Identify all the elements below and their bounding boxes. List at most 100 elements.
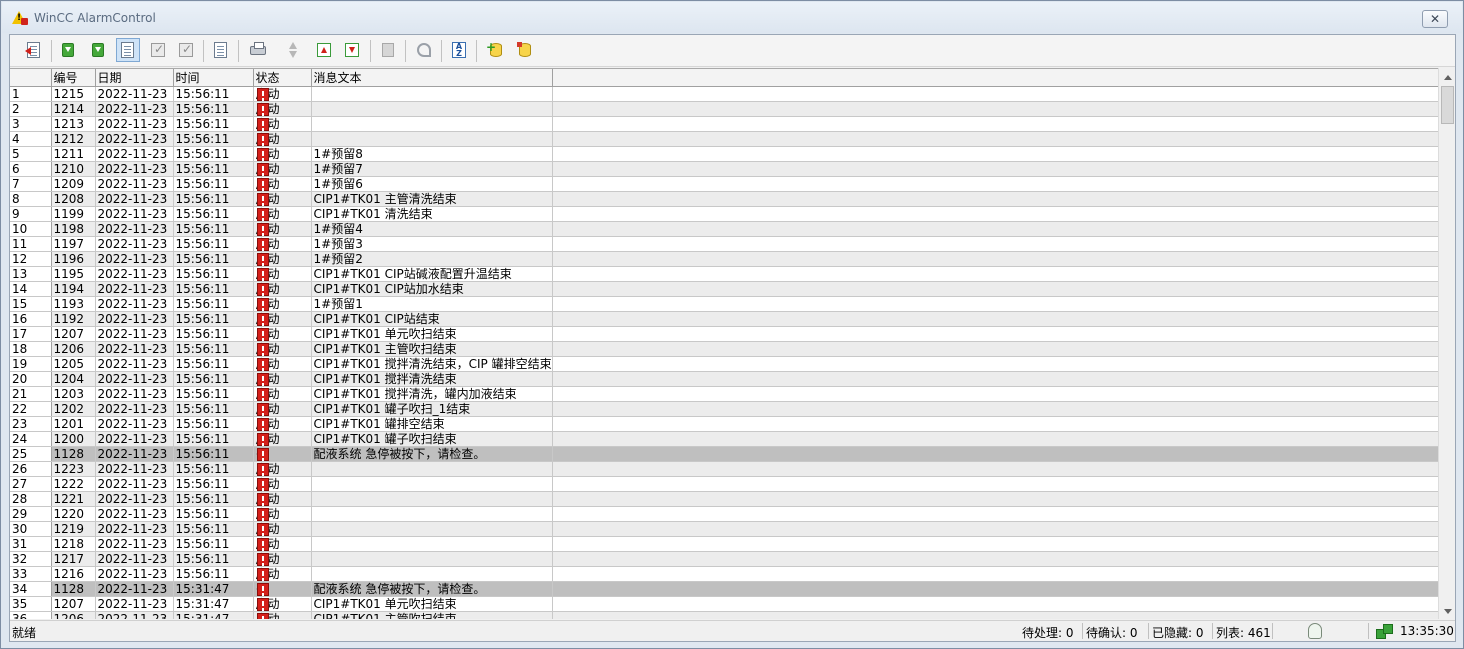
table-row[interactable]: 911992022-11-2315:56:11启动CIP1#TK01 清洗结束 bbox=[10, 206, 1451, 222]
number-cell: 1219 bbox=[51, 521, 96, 537]
add-db-icon[interactable] bbox=[484, 38, 508, 62]
scroll-thumb[interactable] bbox=[1441, 86, 1454, 124]
number-cell: 1128 bbox=[51, 581, 96, 597]
sort-icon[interactable] bbox=[280, 38, 304, 62]
number-cell: 1208 bbox=[51, 191, 96, 207]
row-number-cell: 27 bbox=[10, 476, 52, 492]
table-row[interactable]: 812082022-11-2315:56:11启动CIP1#TK01 主管清洗结… bbox=[10, 191, 1451, 207]
table-row[interactable]: 1611922022-11-2315:56:11启动CIP1#TK01 CIP站… bbox=[10, 311, 1451, 327]
filler-cell bbox=[552, 101, 1451, 117]
autoscroll-icon[interactable] bbox=[146, 38, 170, 62]
state-cell: 启动 bbox=[253, 146, 312, 162]
properties-icon[interactable] bbox=[376, 38, 400, 62]
group-acknowledge-icon[interactable] bbox=[86, 38, 110, 62]
number-cell: 1192 bbox=[51, 311, 96, 327]
lock-list-icon[interactable] bbox=[174, 38, 198, 62]
filler-cell bbox=[552, 551, 1451, 567]
table-row[interactable]: 3512072022-11-2315:31:47启动CIP1#TK01 单元吹扫… bbox=[10, 596, 1451, 612]
table-row[interactable]: 712092022-11-2315:56:11启动1#预留6 bbox=[10, 176, 1451, 192]
alarm-state-icon bbox=[256, 193, 269, 206]
close-button[interactable]: ✕ bbox=[1422, 10, 1448, 28]
table-row[interactable]: 3612062022-11-2315:31:47启动CIP1#TK01 主管吹扫… bbox=[10, 611, 1451, 619]
table-row[interactable]: 2412002022-11-2315:56:11启动CIP1#TK01 罐子吹扫… bbox=[10, 431, 1451, 447]
state-cell: 启动 bbox=[253, 506, 312, 522]
table-row[interactable]: 2212022022-11-2315:56:11启动CIP1#TK01 罐子吹扫… bbox=[10, 401, 1451, 417]
table-row[interactable]: 2112032022-11-2315:56:11启动CIP1#TK01 搅拌清洗… bbox=[10, 386, 1451, 402]
number-cell: 1202 bbox=[51, 401, 96, 417]
lightbulb-icon[interactable] bbox=[1308, 623, 1322, 639]
table-row[interactable]: 1912052022-11-2315:56:11启动CIP1#TK01 搅拌清洗… bbox=[10, 356, 1451, 372]
table-row[interactable]: 1211962022-11-2315:56:11启动1#预留2 bbox=[10, 251, 1451, 267]
table-row[interactable]: 2812212022-11-2315:56:11启动 bbox=[10, 491, 1451, 507]
report-icon[interactable] bbox=[209, 38, 233, 62]
time-cell: 15:56:11 bbox=[173, 416, 254, 432]
time-cell: 15:56:11 bbox=[173, 116, 254, 132]
filler-cell bbox=[552, 371, 1451, 387]
first-message-icon[interactable] bbox=[312, 38, 336, 62]
message-text-cell: CIP1#TK01 CIP站碱液配置升温结束 bbox=[311, 266, 553, 282]
filler-cell bbox=[552, 611, 1451, 619]
header-number[interactable]: 编号 bbox=[51, 69, 96, 87]
date-cell: 2022-11-23 bbox=[95, 566, 174, 582]
row-number-cell: 11 bbox=[10, 236, 52, 252]
table-row[interactable]: 3012192022-11-2315:56:11启动 bbox=[10, 521, 1451, 537]
table-row[interactable]: 2511282022-11-2315:56:11+配液系统 急停被按下，请检查。 bbox=[10, 446, 1451, 462]
filler-cell bbox=[552, 221, 1451, 237]
table-row[interactable]: 3411282022-11-2315:31:47+配液系统 急停被按下，请检查。 bbox=[10, 581, 1451, 597]
date-cell: 2022-11-23 bbox=[95, 611, 174, 619]
row-number-cell: 21 bbox=[10, 386, 52, 402]
table-row[interactable]: 3112182022-11-2315:56:11启动 bbox=[10, 536, 1451, 552]
table-row[interactable]: 2312012022-11-2315:56:11启动CIP1#TK01 罐排空结… bbox=[10, 416, 1451, 432]
row-number-cell: 35 bbox=[10, 596, 52, 612]
hit-list-icon[interactable] bbox=[412, 38, 436, 62]
header-date[interactable]: 日期 bbox=[95, 69, 174, 87]
time-cell: 15:56:11 bbox=[173, 101, 254, 117]
header-state[interactable]: 状态 bbox=[253, 69, 312, 87]
header-message-text[interactable]: 消息文本 bbox=[311, 69, 553, 87]
date-cell: 2022-11-23 bbox=[95, 311, 174, 327]
row-number-cell: 15 bbox=[10, 296, 52, 312]
acknowledge-icon[interactable] bbox=[56, 38, 80, 62]
time-cell: 15:56:11 bbox=[173, 341, 254, 357]
message-text-cell: CIP1#TK01 CIP站结束 bbox=[311, 311, 553, 327]
state-cell: 启动 bbox=[253, 281, 312, 297]
row-number-cell: 25 bbox=[10, 446, 52, 462]
table-row[interactable]: 212142022-11-2315:56:11启动 bbox=[10, 101, 1451, 117]
number-cell: 1212 bbox=[51, 131, 96, 147]
table-row[interactable]: 412122022-11-2315:56:11启动 bbox=[10, 131, 1451, 147]
table-row[interactable]: 3212172022-11-2315:56:11启动 bbox=[10, 551, 1451, 567]
table-row[interactable]: 2712222022-11-2315:56:11启动 bbox=[10, 476, 1451, 492]
table-row[interactable]: 1311952022-11-2315:56:11启动CIP1#TK01 CIP站… bbox=[10, 266, 1451, 282]
table-row[interactable]: 112152022-11-2315:56:11启动 bbox=[10, 86, 1451, 102]
vertical-scrollbar[interactable] bbox=[1438, 68, 1455, 619]
table-row[interactable]: 312132022-11-2315:56:11启动 bbox=[10, 116, 1451, 132]
table-row[interactable]: 1111972022-11-2315:56:11启动1#预留3 bbox=[10, 236, 1451, 252]
remove-db-icon[interactable] bbox=[513, 38, 537, 62]
table-row[interactable]: 1411942022-11-2315:56:11启动CIP1#TK01 CIP站… bbox=[10, 281, 1451, 297]
table-row[interactable]: 3312162022-11-2315:56:11启动 bbox=[10, 566, 1451, 582]
scroll-down-button[interactable] bbox=[1439, 603, 1456, 619]
row-number-cell: 1 bbox=[10, 86, 52, 102]
table-row[interactable]: 512112022-11-2315:56:11启动1#预留8 bbox=[10, 146, 1451, 162]
time-cell: 15:56:11 bbox=[173, 491, 254, 507]
sort-dialog-icon[interactable]: AZ bbox=[447, 38, 471, 62]
header-time[interactable]: 时间 bbox=[173, 69, 254, 87]
state-cell: 启动 bbox=[253, 386, 312, 402]
table-row[interactable]: 2912202022-11-2315:56:11启动 bbox=[10, 506, 1451, 522]
table-row[interactable]: 2012042022-11-2315:56:11启动CIP1#TK01 搅拌清洗… bbox=[10, 371, 1451, 387]
table-row[interactable]: 612102022-11-2315:56:11启动1#预留7 bbox=[10, 161, 1451, 177]
table-row[interactable]: 1011982022-11-2315:56:11启动1#预留4 bbox=[10, 221, 1451, 237]
table-row[interactable]: 1511932022-11-2315:56:11启动1#预留1 bbox=[10, 296, 1451, 312]
message-list-icon[interactable] bbox=[22, 38, 46, 62]
header-rownum[interactable] bbox=[10, 69, 52, 87]
last-message-icon[interactable] bbox=[340, 38, 364, 62]
table-row[interactable]: 1812062022-11-2315:56:11启动CIP1#TK01 主管吹扫… bbox=[10, 341, 1451, 357]
scroll-up-button[interactable] bbox=[1439, 69, 1456, 85]
time-cell: 15:56:11 bbox=[173, 206, 254, 222]
alarm-state-icon bbox=[256, 373, 269, 386]
table-row[interactable]: 1712072022-11-2315:56:11启动CIP1#TK01 单元吹扫… bbox=[10, 326, 1451, 342]
print-icon[interactable] bbox=[246, 38, 270, 62]
history-list-icon[interactable] bbox=[116, 38, 140, 62]
table-row[interactable]: 2612232022-11-2315:56:11启动 bbox=[10, 461, 1451, 477]
alarm-control-body: AZ 编号 日期 时间 状态 消息文本 bbox=[9, 34, 1456, 642]
